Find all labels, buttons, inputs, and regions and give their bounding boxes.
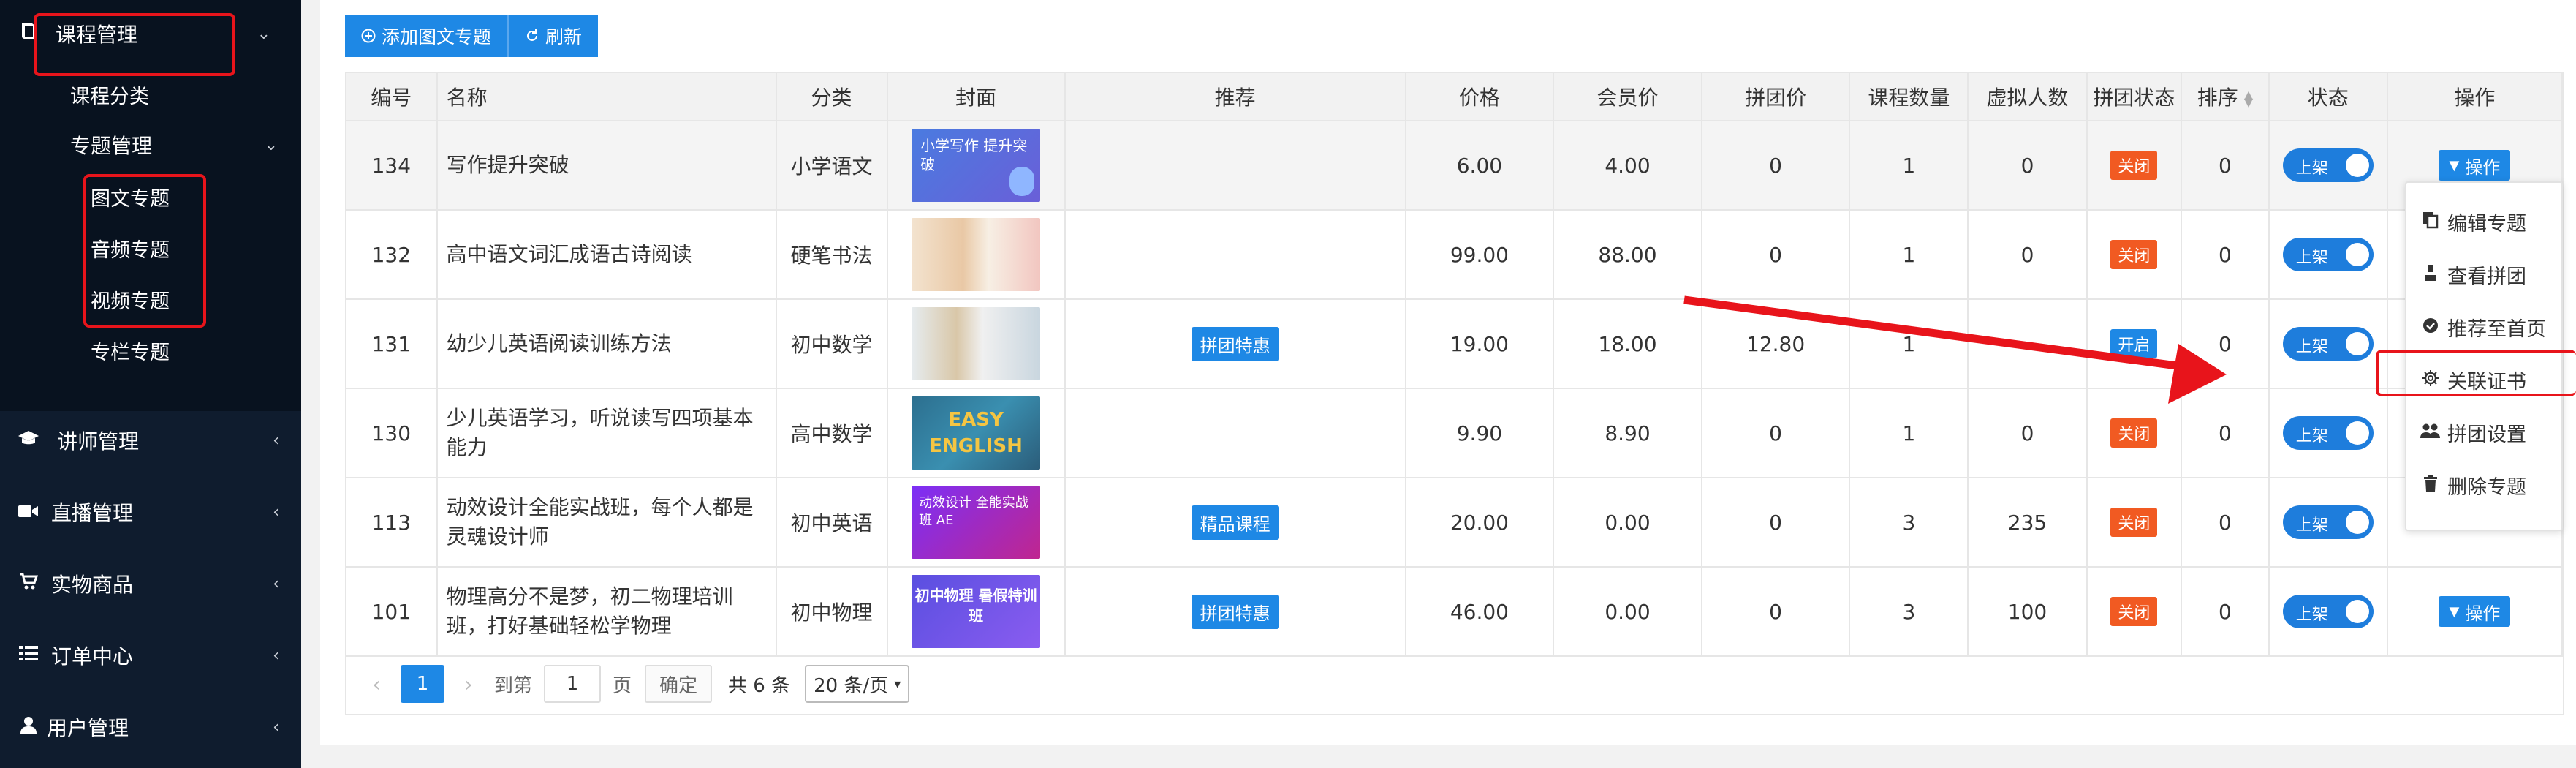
arrow-shaft: [1683, 295, 2200, 373]
arrow-head: [2168, 344, 2227, 404]
annotation-arrow: [1683, 295, 2227, 404]
